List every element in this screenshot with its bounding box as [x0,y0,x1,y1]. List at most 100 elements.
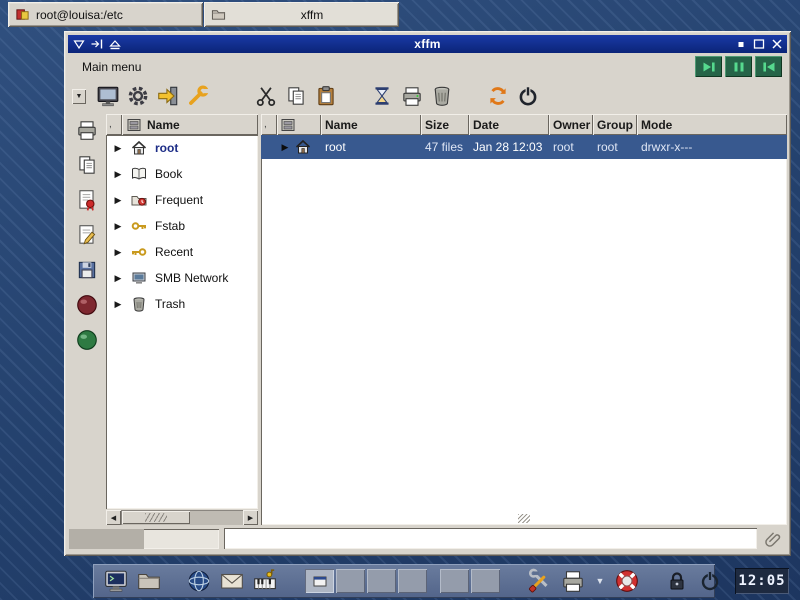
list-header-group[interactable]: Group [593,114,637,135]
tree-item-label: Recent [155,245,193,259]
shade-icon[interactable] [107,38,122,51]
expander-icon[interactable]: ▶ [280,142,290,153]
expander-icon[interactable]: ▶ [113,299,123,310]
tree-item-root[interactable]: ▶ root [106,135,258,161]
expander-icon[interactable]: ▶ [113,273,123,284]
scrollbar-track[interactable] [121,510,243,525]
maroon-sphere-icon[interactable] [74,292,100,318]
panel-clock: 12:05 [735,568,789,594]
top-taskbar: root@louisa:/etc xffm [8,2,399,27]
close-icon[interactable] [769,38,784,51]
seal-document-icon[interactable] [74,187,100,213]
mail-icon[interactable] [218,567,246,595]
list-header-name[interactable]: Name [321,114,421,135]
progress-fill [69,529,144,549]
list-header-date[interactable]: Date [469,114,549,135]
list-header-mode[interactable]: Mode [637,114,787,135]
terminal-icon[interactable] [93,82,123,110]
expander-icon[interactable]: ▶ [113,169,123,180]
list-header-size[interactable]: Size [421,114,469,135]
toolbar-separator [457,96,483,97]
scroll-right-button[interactable]: ▶ [243,510,258,525]
trash-icon[interactable] [427,82,457,110]
window-menu-icon[interactable] [71,38,86,51]
bottom-panel: ▼ 12:05 [93,564,715,598]
tree-item-trash[interactable]: ▶ Trash [106,291,258,317]
globe-icon[interactable] [185,567,213,595]
pager-workspace-3[interactable] [367,569,396,593]
music-icon[interactable] [251,567,279,595]
pager-workspace-4[interactable] [398,569,427,593]
reload-icon[interactable] [483,82,513,110]
skip-back-icon[interactable] [755,56,782,77]
task-label: xffm [232,8,392,22]
toolbar-separator [213,96,251,97]
list-pane: , Name Size Date Owner Group Mode [261,114,787,525]
toolbar: ▼ [68,80,787,112]
minimize-icon[interactable] [733,38,748,51]
list-header-icon[interactable] [277,114,321,135]
pager-workspace-1[interactable] [305,569,334,593]
expander-icon[interactable]: ▶ [113,143,123,154]
tree-item-frequent[interactable]: ▶ Frequent [106,187,258,213]
save-icon[interactable] [74,257,100,283]
pager-workspace-2[interactable] [336,569,365,593]
expander-icon[interactable]: ▶ [113,195,123,206]
files-icon[interactable] [135,567,163,595]
tree-item-smb-network[interactable]: ▶ SMB Network [106,265,258,291]
paste-icon[interactable] [311,82,341,110]
printer-icon[interactable] [559,567,587,595]
list-row-root[interactable]: ▶ root 47 files Jan 28 12:03 root root d… [261,135,787,159]
terminal-app-icon [15,7,30,22]
pager-workspace-6[interactable] [471,569,500,593]
hourglass-icon[interactable] [367,82,397,110]
recent-icon [130,243,148,261]
pane-resize-grip[interactable] [518,514,530,523]
titlebar[interactable]: xffm [68,35,787,53]
tree-item-book[interactable]: ▶ Book [106,161,258,187]
main-menu-button[interactable]: Main menu [72,57,151,77]
tree-header-label: Name [147,118,180,132]
path-entry[interactable] [224,528,757,549]
taskbar-button-xffm[interactable]: xffm [204,2,399,27]
expander-icon[interactable]: ▶ [113,221,123,232]
list-header-grip[interactable]: , [261,114,277,135]
row-name: root [321,140,421,154]
pager-workspace-5[interactable] [440,569,469,593]
exit-door-icon[interactable] [153,82,183,110]
dropdown-arrow-icon[interactable]: ▼ [72,89,86,104]
print-icon[interactable] [397,82,427,110]
stick-icon[interactable] [89,38,104,51]
printer-icon[interactable] [74,117,100,143]
tools-icon[interactable] [526,567,554,595]
copies-icon[interactable] [74,152,100,178]
cabinet-icon [126,117,142,133]
tree-item-fstab[interactable]: ▶ Fstab [106,213,258,239]
green-sphere-icon[interactable] [74,327,100,353]
power-icon[interactable] [513,82,543,110]
lock-icon[interactable] [663,567,691,595]
paperclip-icon[interactable] [762,528,786,550]
lifesaver-icon[interactable] [613,567,641,595]
maximize-icon[interactable] [751,38,766,51]
edit-document-icon[interactable] [74,222,100,248]
scrollbar-thumb[interactable] [122,511,190,524]
list-header-owner[interactable]: Owner [549,114,593,135]
wrench-icon[interactable] [183,82,213,110]
copy-icon[interactable] [281,82,311,110]
gear-icon[interactable] [123,82,153,110]
tree-header-grip[interactable]: , [106,114,122,135]
taskbar-button-terminal[interactable]: root@louisa:/etc [8,2,203,27]
scroll-left-button[interactable]: ◀ [106,510,121,525]
pause-icon[interactable] [725,56,752,77]
terminal-icon[interactable] [102,567,130,595]
tree-header-name[interactable]: Name [122,114,258,135]
cut-icon[interactable] [251,82,281,110]
tree-item-label: SMB Network [155,271,228,285]
arrow-down-icon[interactable]: ▼ [592,567,608,595]
expander-icon[interactable]: ▶ [113,247,123,258]
tree-item-recent[interactable]: ▶ Recent [106,239,258,265]
network-icon [130,269,148,287]
skip-forward-icon[interactable] [695,56,722,77]
power-icon[interactable] [696,567,724,595]
